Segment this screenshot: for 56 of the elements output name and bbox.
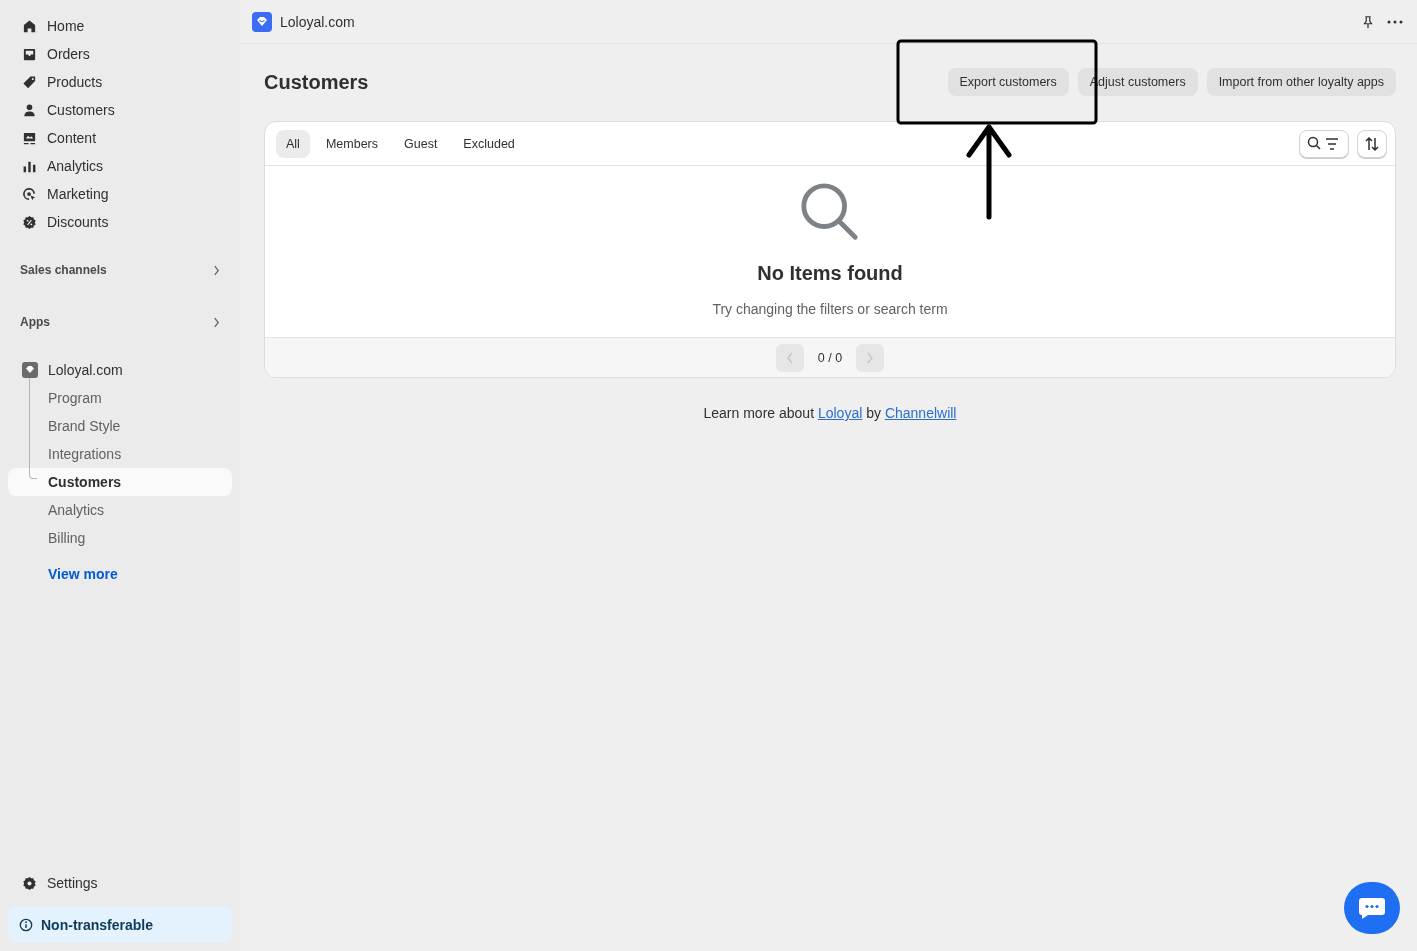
- sub-nav-item[interactable]: Billing: [8, 524, 232, 552]
- footer-link[interactable]: Loloyal: [817, 405, 863, 421]
- sub-nav-item[interactable]: Brand Style: [8, 412, 232, 440]
- nav-item[interactable]: Analytics: [8, 152, 232, 180]
- nav-item[interactable]: Discounts: [8, 208, 232, 236]
- nav-item[interactable]: Orders: [8, 40, 232, 68]
- sub-nav-item[interactable]: Program: [8, 384, 232, 412]
- empty-state-hint: Try changing the filters or search term: [712, 301, 948, 317]
- settings-icon: [22, 875, 37, 891]
- app-title: Loloyal.com: [280, 13, 355, 30]
- filter-tab[interactable]: Excluded: [453, 129, 525, 158]
- sort-icon: [1364, 135, 1380, 152]
- inbox-icon: [22, 46, 37, 62]
- action-button[interactable]: Import from other loyalty apps: [1206, 68, 1396, 96]
- target-icon: [22, 186, 37, 202]
- nav-item[interactable]: Content: [8, 124, 232, 152]
- sub-nav-item[interactable]: Integrations: [8, 440, 232, 468]
- app-logo-icon: [252, 11, 272, 32]
- footer-link[interactable]: Channelwill: [884, 405, 957, 421]
- sub-nav-item[interactable]: Customers: [8, 468, 232, 496]
- sub-nav-item[interactable]: Analytics: [8, 496, 232, 524]
- settings-nav-item[interactable]: Settings: [8, 869, 232, 897]
- chevron-right-icon: [866, 351, 874, 364]
- chevron-right-icon: [213, 316, 220, 328]
- section-header[interactable]: Apps: [8, 310, 232, 334]
- search-filter-button[interactable]: [1299, 129, 1349, 158]
- search-filter-icon: [1307, 135, 1341, 152]
- chat-button[interactable]: [1344, 882, 1400, 934]
- nav-item[interactable]: Marketing: [8, 180, 232, 208]
- chat-bubble-icon: [1358, 896, 1386, 920]
- app-nav-item[interactable]: Loloyal.com: [8, 356, 232, 384]
- page-title: Customers: [264, 70, 369, 94]
- tag-icon: [22, 74, 37, 90]
- nav-item[interactable]: Customers: [8, 96, 232, 124]
- section-header[interactable]: Sales channels: [8, 258, 232, 282]
- app-logo-icon: [22, 362, 38, 378]
- chevron-left-icon: [786, 351, 794, 364]
- chevron-right-icon: [213, 264, 220, 276]
- filter-tab[interactable]: Members: [315, 129, 388, 158]
- nav-item[interactable]: Products: [8, 68, 232, 96]
- learn-more-text: Learn more about Loloyal by Channelwill: [702, 405, 958, 421]
- person-icon: [22, 102, 37, 118]
- view-more-link[interactable]: View more: [8, 560, 118, 588]
- nav-item[interactable]: Home: [8, 12, 232, 40]
- action-button[interactable]: Export customers: [947, 68, 1069, 96]
- page-count: 0 / 0: [816, 350, 844, 365]
- sort-button[interactable]: [1357, 129, 1387, 158]
- empty-state-title: No Items found: [757, 262, 903, 285]
- badge-icon: [22, 214, 37, 230]
- home-icon: [22, 18, 37, 34]
- filter-tab[interactable]: All: [276, 129, 310, 158]
- info-icon: [19, 918, 33, 932]
- non-transferable-notice: Non-transferable: [8, 907, 232, 943]
- filter-tab[interactable]: Guest: [394, 129, 448, 158]
- image-icon: [22, 130, 37, 146]
- search-icon: [799, 181, 861, 243]
